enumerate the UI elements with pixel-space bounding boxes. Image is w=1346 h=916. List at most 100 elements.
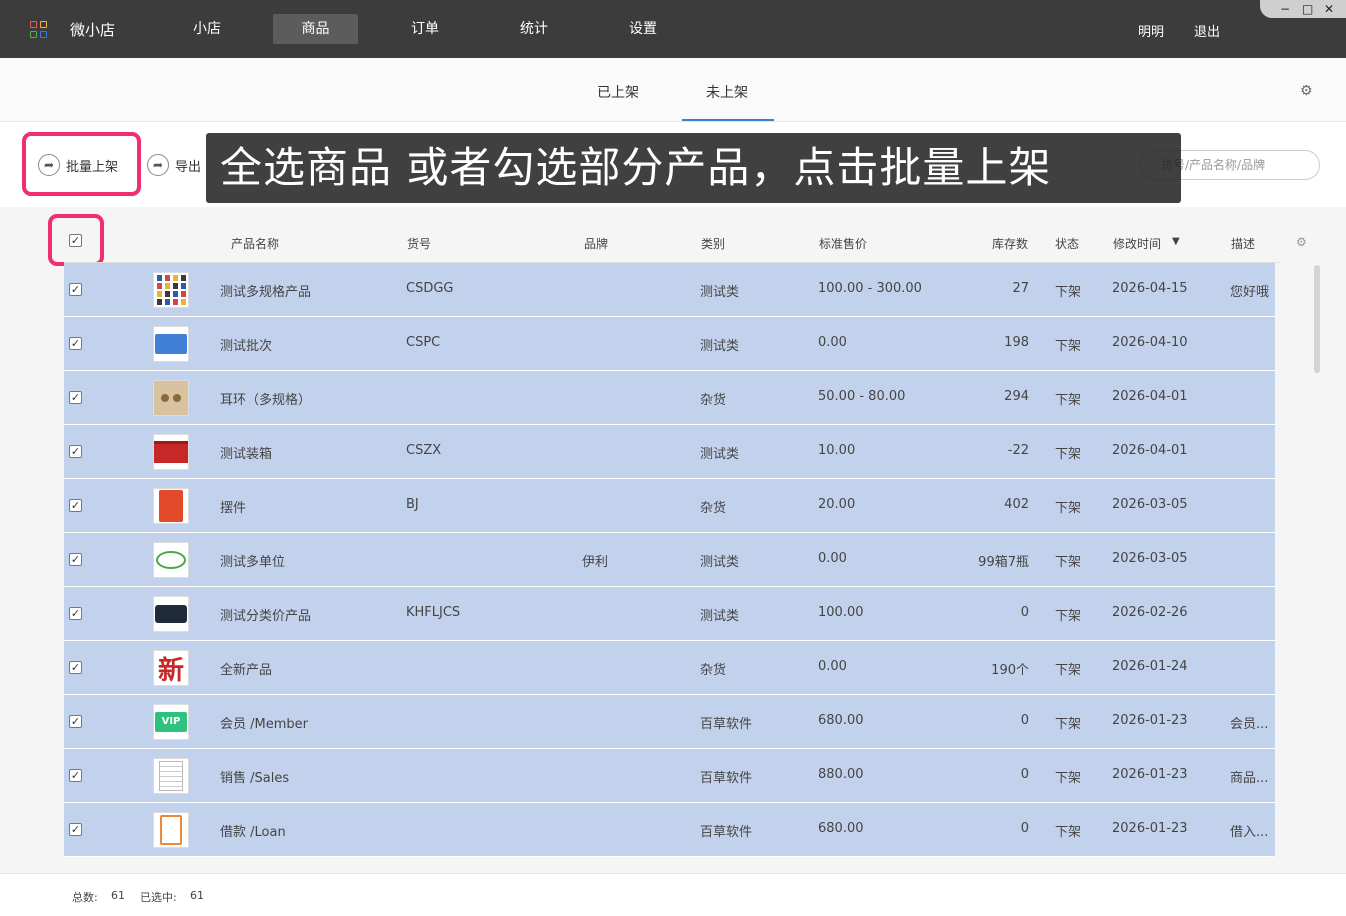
product-status: 下架	[1055, 447, 1082, 462]
footer-summary: 总数: 61 已选中: 61	[0, 873, 1346, 916]
product-thumbnail	[153, 812, 189, 848]
product-name: 测试分类价产品	[220, 609, 312, 624]
nav-item-shop[interactable]: 小店	[178, 14, 236, 44]
product-name: 测试多规格产品	[220, 285, 312, 300]
product-desc: 会员...	[1230, 717, 1269, 732]
col-name[interactable]: 产品名称	[231, 235, 279, 252]
table-row[interactable]: ✓ 测试批次 CSPC 测试类 0.00 下架 2026-04-10 198	[64, 317, 1275, 371]
row-checkbox[interactable]: ✓	[69, 607, 82, 620]
select-all-checkbox[interactable]: ✓	[69, 234, 82, 247]
row-checkbox[interactable]: ✓	[69, 553, 82, 566]
product-modified: 2026-03-05	[1112, 497, 1188, 512]
row-checkbox[interactable]: ✓	[69, 715, 82, 728]
col-category[interactable]: 类别	[701, 235, 725, 252]
product-price: 100.00 - 300.00	[818, 281, 922, 296]
column-settings-gear-icon[interactable]: ⚙	[1296, 235, 1307, 249]
table-row[interactable]: ✓ VIP 会员 /Member 百草软件 680.00 下架 2026-01-23 会员..…	[64, 695, 1275, 749]
table-row[interactable]: ✓ 新 全新产品 杂货 0.00 下架 2026-01-24 190个	[64, 641, 1275, 695]
total-label: 总数:	[72, 891, 98, 904]
product-category: 百草软件	[700, 771, 753, 786]
row-checkbox[interactable]: ✓	[69, 769, 82, 782]
table-row[interactable]: ✓ 测试分类价产品 KHFLJCS 测试类 100.00 下架 2026-02-26 0	[64, 587, 1275, 641]
sort-desc-icon[interactable]: ▼	[1172, 236, 1180, 247]
row-checkbox[interactable]: ✓	[69, 499, 82, 512]
row-checkbox[interactable]: ✓	[69, 337, 82, 350]
table-body: ✓ 测试多规格产品 CSDGG 测试类 100.00 - 300.00 下架 2026-04…	[64, 263, 1275, 867]
tab-unlisted[interactable]: 未上架	[706, 82, 748, 102]
product-stock: 27	[1012, 281, 1029, 296]
col-brand[interactable]: 品牌	[584, 235, 608, 252]
product-status: 下架	[1055, 825, 1082, 840]
product-table: ✓ 产品名称 货号 品牌 类别 标准售价 库存数 状态 修改时间 ▼ 描述 ⚙ …	[0, 207, 1346, 877]
product-modified: 2026-01-24	[1112, 659, 1188, 674]
product-thumbnail: 新	[153, 650, 189, 686]
product-price: 680.00	[818, 821, 864, 836]
maximize-icon[interactable]: □	[1302, 1, 1313, 17]
product-modified: 2026-01-23	[1112, 767, 1188, 782]
col-price[interactable]: 标准售价	[819, 235, 867, 252]
nav-item-products[interactable]: 商品	[273, 14, 358, 44]
product-category: 杂货	[700, 663, 727, 678]
total-count: 61	[111, 889, 125, 902]
product-modified: 2026-01-23	[1112, 821, 1188, 836]
product-sku: CSZX	[406, 443, 442, 458]
table-row[interactable]: ✓ 销售 /Sales 百草软件 880.00 下架 2026-01-23 商品... 0	[64, 749, 1275, 803]
product-sku: KHFLJCS	[406, 605, 461, 620]
product-name: 借款 /Loan	[220, 825, 286, 840]
table-row[interactable]: ✓ 测试多单位 伊利 测试类 0.00 下架 2026-03-05 99箱7瓶	[64, 533, 1275, 587]
product-desc: 借入...	[1230, 825, 1269, 840]
col-stock[interactable]: 库存数	[992, 235, 1028, 252]
product-category: 测试类	[700, 555, 740, 570]
row-checkbox[interactable]: ✓	[69, 823, 82, 836]
table-row[interactable]: ✓ 借款 /Loan 百草软件 680.00 下架 2026-01-23 借入... 0	[64, 803, 1275, 857]
product-status: 下架	[1055, 285, 1082, 300]
toolbar: ➦ 批量上架 ➦ 导出 货号/产品名称/品牌 全选商品 或者勾选部分产品，点击批…	[0, 123, 1346, 207]
row-checkbox[interactable]: ✓	[69, 445, 82, 458]
user-name[interactable]: 明明	[1138, 21, 1164, 40]
product-thumbnail	[153, 272, 189, 308]
col-sku[interactable]: 货号	[407, 235, 431, 252]
top-nav-bar: 微小店 小店 商品 订单 统计 设置 明明 退出 − □ ✕	[0, 0, 1346, 58]
row-checkbox[interactable]: ✓	[69, 283, 82, 296]
logout-link[interactable]: 退出	[1194, 21, 1220, 40]
table-row[interactable]: ✓ 耳环（多规格） 杂货 50.00 - 80.00 下架 2026-04-01 294	[64, 371, 1275, 425]
minimize-icon[interactable]: −	[1280, 1, 1290, 17]
product-status: 下架	[1055, 663, 1082, 678]
col-modified[interactable]: 修改时间	[1113, 235, 1161, 252]
nav-item-statistics[interactable]: 统计	[505, 14, 563, 44]
selected-label: 已选中:	[140, 891, 177, 904]
nav-item-settings[interactable]: 设置	[614, 14, 672, 44]
vertical-scrollbar[interactable]	[1314, 265, 1320, 373]
product-modified: 2026-04-10	[1112, 335, 1188, 350]
close-icon[interactable]: ✕	[1324, 1, 1334, 17]
window-controls: − □ ✕	[1260, 0, 1346, 18]
export-icon: ➦	[147, 154, 169, 176]
nav-item-orders[interactable]: 订单	[396, 14, 454, 44]
export-button[interactable]: ➦ 导出	[147, 151, 201, 179]
product-sku: BJ	[406, 497, 419, 512]
product-modified: 2026-04-01	[1112, 389, 1188, 404]
product-modified: 2026-03-05	[1112, 551, 1188, 566]
product-name: 全新产品	[220, 663, 273, 678]
product-category: 测试类	[700, 339, 740, 354]
product-status: 下架	[1055, 555, 1082, 570]
product-name: 测试批次	[220, 339, 273, 354]
col-desc[interactable]: 描述	[1231, 235, 1255, 252]
row-checkbox[interactable]: ✓	[69, 661, 82, 674]
col-status[interactable]: 状态	[1055, 235, 1079, 252]
product-name: 会员 /Member	[220, 717, 308, 732]
tab-listed[interactable]: 已上架	[597, 82, 639, 102]
product-stock: 0	[1020, 605, 1029, 620]
table-row[interactable]: ✓ 测试多规格产品 CSDGG 测试类 100.00 - 300.00 下架 2026-04…	[64, 263, 1275, 317]
product-thumbnail	[153, 326, 189, 362]
product-thumbnail	[153, 434, 189, 470]
product-desc: 商品...	[1230, 771, 1269, 786]
product-name: 测试装箱	[220, 447, 273, 462]
table-row[interactable]: ✓ 摆件 BJ 杂货 20.00 下架 2026-03-05 402	[64, 479, 1275, 533]
product-name: 耳环（多规格）	[220, 393, 312, 408]
row-checkbox[interactable]: ✓	[69, 391, 82, 404]
gear-icon[interactable]: ⚙	[1300, 83, 1313, 99]
product-stock: 294	[1004, 389, 1029, 404]
product-category: 杂货	[700, 393, 727, 408]
table-row[interactable]: ✓ 测试装箱 CSZX 测试类 10.00 下架 2026-04-01 -22	[64, 425, 1275, 479]
